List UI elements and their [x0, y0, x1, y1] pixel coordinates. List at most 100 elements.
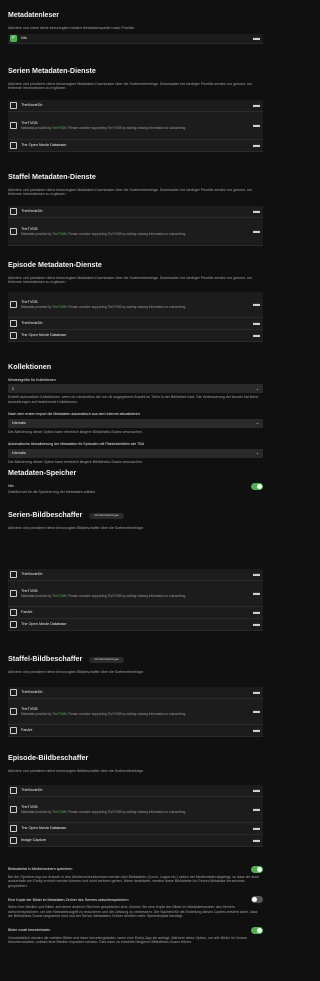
checkbox[interactable] — [10, 571, 17, 578]
checkbox[interactable] — [10, 621, 17, 628]
drag-handle-icon[interactable]: ▬ — [253, 228, 260, 235]
drag-handle-icon[interactable]: ▬ — [253, 571, 260, 578]
drag-handle-icon[interactable]: ▬ — [253, 142, 260, 149]
metadata-saver-toggle[interactable] — [251, 483, 263, 490]
section-title-series-image: Serien-Bildbeschaffer — [8, 510, 83, 519]
series-image-item[interactable]: The Open Movie Database ▬ — [8, 619, 263, 631]
checkbox[interactable] — [10, 589, 17, 597]
season-image-settings-button[interactable]: Abrufeinstellungen — [89, 657, 125, 663]
first-import-refresh-desc: Die Aktivierung dieser Option kann erheb… — [8, 429, 144, 434]
series-image-settings-button[interactable]: Abrufeinstellungen — [89, 513, 125, 519]
first-import-refresh-select[interactable]: Niemals ⌄ — [8, 418, 263, 428]
episode-image-item[interactable]: TheTVDB Metadata provided by TheTVDB. Pl… — [8, 797, 263, 823]
checkbox[interactable] — [10, 102, 17, 109]
drag-handle-icon[interactable]: ▬ — [253, 208, 260, 215]
drag-handle-icon[interactable]: ▬ — [253, 35, 260, 42]
item-label: Image Capture — [21, 838, 47, 843]
series-downloader-item[interactable]: TheMovieDb ▬ — [8, 100, 263, 112]
toggle-label: Bilder vorab herunterladen — [8, 928, 51, 933]
item-sub: Metadata provided by TheTVDB. Please con… — [21, 125, 187, 130]
drag-handle-icon[interactable]: ▬ — [253, 837, 260, 844]
item-label: The Open Movie Database — [21, 622, 67, 627]
series-downloader-item[interactable]: TheTVDB Metadata provided by TheTVDB. Pl… — [8, 112, 263, 140]
drag-handle-icon[interactable]: ▬ — [253, 102, 260, 109]
min-collection-size-select[interactable]: 2 ⌄ — [8, 384, 263, 394]
checkbox[interactable] — [10, 300, 17, 308]
checkbox[interactable] — [10, 208, 17, 215]
season-image-item[interactable]: TheTVDB Metadata provided by TheTVDB. Pl… — [8, 699, 263, 725]
checkbox[interactable] — [10, 727, 17, 734]
episode-downloader-item[interactable]: The Open Movie Database ▬ — [8, 330, 263, 342]
episode-downloader-item[interactable]: TheMovieDb ▬ — [8, 318, 263, 330]
drag-handle-icon[interactable]: ▬ — [253, 689, 260, 696]
item-label: FanArt — [21, 610, 33, 615]
select-value: Niemals — [12, 451, 26, 456]
min-collection-size-desc: Erstellt automatisch Kollektionen, wenn … — [8, 395, 259, 404]
series-image-item[interactable]: FanArt ▬ — [8, 607, 263, 619]
download-images-toggle[interactable] — [251, 926, 263, 934]
item-label: TheMovieDb — [21, 321, 43, 326]
check-icon[interactable]: ✓ — [10, 35, 17, 43]
section-title-episode-downloaders: Episode Metadaten-Dienste — [8, 260, 102, 269]
series-image-item[interactable]: TheMovieDb ▬ — [8, 569, 263, 581]
checkbox[interactable] — [10, 707, 17, 715]
section-desc-metadata-readers: Aktiviere und ordne deine bevorzugten lo… — [8, 25, 135, 30]
metadata-saver-desc: Dateiformat für die Speicherung der Meta… — [8, 490, 97, 494]
checkbox[interactable] — [10, 320, 17, 327]
checkbox[interactable] — [10, 609, 17, 616]
episode-downloader-item[interactable]: TheTVDB Metadata provided by TheTVDB. Pl… — [8, 292, 263, 318]
cache-images-toggle[interactable] — [251, 896, 263, 904]
toggle-setting: Eine Kopie der Bilder im Metadaten-Ordne… — [8, 896, 263, 918]
drag-handle-icon[interactable]: ▬ — [253, 806, 260, 813]
item-label: TheMovieDb — [21, 690, 43, 695]
checkbox[interactable] — [10, 227, 17, 235]
select-value: Niemals — [12, 421, 26, 426]
section-title-season-image: Staffel-Bildbeschaffer — [8, 654, 83, 663]
drag-handle-icon[interactable]: ▬ — [253, 301, 260, 308]
episode-image-item[interactable]: Image Capture ▬ — [8, 835, 263, 847]
item-sub: Metadata provided by TheTVDB. Please con… — [21, 593, 187, 598]
section-title-collections: Kollektionen — [8, 362, 52, 371]
item-sub: Metadata provided by TheTVDB. Please con… — [21, 809, 187, 814]
checkbox[interactable] — [10, 837, 17, 844]
drag-handle-icon[interactable]: ▬ — [253, 122, 260, 129]
checkbox[interactable] — [10, 825, 17, 832]
drag-handle-icon[interactable]: ▬ — [253, 708, 260, 715]
season-image-item[interactable]: TheMovieDb ▬ — [8, 687, 263, 699]
checkbox[interactable] — [10, 121, 17, 129]
season-image-item[interactable]: FanArt ▬ — [8, 725, 263, 737]
drag-handle-icon[interactable]: ▬ — [253, 320, 260, 327]
season-downloader-item[interactable]: TheTVDB Metadata provided by TheTVDB. Pl… — [8, 218, 263, 246]
drag-handle-icon[interactable]: ▬ — [253, 825, 260, 832]
metadata-saver-row[interactable]: Nfo — [8, 483, 263, 490]
item-label: TheMovieDb — [21, 788, 43, 793]
episode-image-item[interactable]: TheMovieDb ▬ — [8, 785, 263, 797]
toggle-desc: Bei der Speicherung von Artwork in den M… — [8, 875, 260, 888]
checkbox[interactable] — [10, 142, 17, 149]
drag-handle-icon[interactable]: ▬ — [253, 621, 260, 628]
metadata-saver-label: Nfo — [8, 484, 14, 489]
item-label: The Open Movie Database — [21, 826, 67, 831]
reader-item-nfo[interactable]: ✓ Nfo ▬ — [8, 34, 263, 45]
checkbox[interactable] — [10, 805, 17, 813]
drag-handle-icon[interactable]: ▬ — [253, 332, 260, 339]
episode-image-item[interactable]: The Open Movie Database ▬ — [8, 823, 263, 835]
toggle-setting: Bildmaterial in Medienordnern speichern … — [8, 866, 263, 888]
first-import-refresh-label: Nach dem ersten Import die Metadaten aut… — [8, 412, 140, 417]
series-image-item[interactable]: TheTVDB Metadata provided by TheTVDB. Pl… — [8, 581, 263, 607]
season-downloader-item[interactable]: TheMovieDb ▬ — [8, 206, 263, 218]
checkbox[interactable] — [10, 787, 17, 794]
checkbox[interactable] — [10, 332, 17, 339]
auto-refresh-select[interactable]: Niemals ⌄ — [8, 448, 263, 458]
drag-handle-icon[interactable]: ▬ — [253, 590, 260, 597]
save-artwork-toggle[interactable] — [251, 866, 263, 873]
chevron-down-icon: ⌄ — [255, 451, 259, 456]
checkbox[interactable] — [10, 689, 17, 696]
section-desc-episode-downloaders: Aktiviere und priorisiere deine bevorzug… — [8, 276, 252, 285]
series-downloader-item[interactable]: The Open Movie Database ▬ — [8, 140, 263, 152]
library-metadata-settings: Metadatenleser Aktiviere und ordne deine… — [0, 0, 271, 981]
drag-handle-icon[interactable]: ▬ — [253, 609, 260, 616]
drag-handle-icon[interactable]: ▬ — [253, 727, 260, 734]
section-desc-series-image: Aktiviere und priorisiere deine bevorzug… — [8, 526, 145, 530]
drag-handle-icon[interactable]: ▬ — [253, 787, 260, 794]
